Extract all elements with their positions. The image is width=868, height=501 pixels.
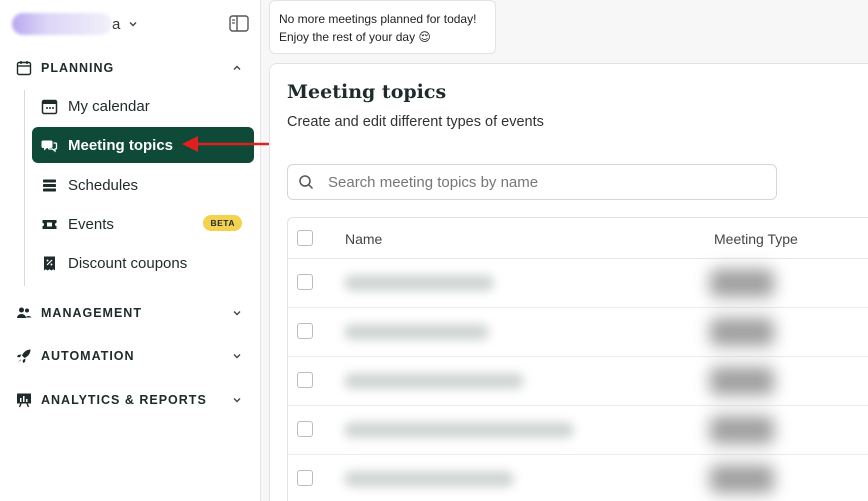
row-checkbox[interactable]: [297, 372, 313, 388]
section-management-label: MANAGEMENT: [41, 306, 142, 320]
section-planning[interactable]: PLANNING: [16, 58, 246, 78]
section-automation[interactable]: AUTOMATION: [16, 346, 246, 366]
redacted-meeting-type: [710, 367, 774, 395]
sidebar-item-events[interactable]: Events BETA: [32, 206, 254, 242]
redacted-meeting-type: [710, 416, 774, 444]
page-title: Meeting topics: [287, 81, 447, 103]
section-planning-label: PLANNING: [41, 61, 115, 75]
nav-rail: [24, 90, 25, 286]
account-switcher[interactable]: a: [12, 12, 142, 36]
redacted-name: [344, 422, 574, 438]
table-header: Name Meeting Type: [288, 218, 868, 259]
stack-icon: [43, 179, 56, 191]
section-analytics-label: ANALYTICS & REPORTS: [41, 393, 207, 407]
toast-line-1: No more meetings planned for today!: [279, 12, 477, 26]
redacted-meeting-type: [710, 318, 774, 346]
table-row[interactable]: [288, 357, 868, 406]
section-analytics-reports[interactable]: ANALYTICS & REPORTS: [16, 390, 246, 410]
notification-toast: No more meetings planned for today! Enjo…: [269, 0, 496, 54]
redacted-meeting-type: [710, 269, 774, 297]
redacted-name: [344, 275, 494, 291]
column-header-name[interactable]: Name: [345, 231, 382, 247]
meeting-topics-table: Name Meeting Type: [287, 217, 868, 501]
account-avatar: [12, 13, 112, 35]
calendar-icon: [41, 99, 58, 114]
app-root: a PLANNING My calendar Meeting topics Sc…: [0, 0, 868, 501]
redacted-name: [344, 471, 514, 487]
redacted-name: [344, 324, 489, 340]
sidebar-item-schedules[interactable]: Schedules: [32, 167, 254, 203]
row-checkbox[interactable]: [297, 274, 313, 290]
chat-bubbles-icon: [41, 140, 58, 152]
search-input[interactable]: [328, 173, 748, 191]
main-panel: Meeting topics Create and edit different…: [269, 63, 868, 501]
redacted-meeting-type: [710, 465, 774, 493]
search-icon: [299, 175, 314, 190]
chevron-up-icon: [233, 65, 241, 70]
row-checkbox[interactable]: [297, 470, 313, 486]
redacted-name: [344, 373, 524, 389]
section-automation-label: AUTOMATION: [41, 349, 135, 363]
sidebar-item-label: My calendar: [68, 97, 150, 115]
users-icon: [17, 307, 32, 318]
sidebar-item-label: Events: [68, 215, 114, 233]
table-row[interactable]: [288, 308, 868, 357]
select-all-checkbox[interactable]: [297, 230, 313, 246]
sidebar-toggle-icon[interactable]: [229, 15, 249, 32]
search-box[interactable]: [287, 164, 777, 200]
row-checkbox[interactable]: [297, 323, 313, 339]
ticket-icon: [42, 219, 57, 229]
row-checkbox[interactable]: [297, 421, 313, 437]
beta-badge: BETA: [203, 215, 242, 231]
chevron-down-icon: [233, 311, 241, 316]
coupon-icon: [44, 256, 55, 270]
presentation-chart-icon: [17, 393, 31, 408]
chevron-down-icon: [129, 22, 137, 27]
account-name: a: [112, 15, 121, 33]
column-header-meeting-type[interactable]: Meeting Type: [714, 231, 798, 247]
table-row[interactable]: [288, 406, 868, 455]
sidebar-item-my-calendar[interactable]: My calendar: [32, 88, 254, 124]
chevron-down-icon: [233, 354, 241, 359]
sidebar-item-label: Schedules: [68, 176, 139, 194]
sidebar-item-label: Meeting topics: [68, 136, 174, 154]
chevron-down-icon: [233, 398, 241, 403]
sidebar: a PLANNING My calendar Meeting topics Sc…: [0, 0, 261, 501]
table-row[interactable]: [288, 259, 868, 308]
sidebar-item-label: Discount coupons: [68, 254, 188, 272]
rocket-icon: [17, 349, 31, 363]
section-management[interactable]: MANAGEMENT: [16, 303, 246, 323]
toast-line-2: Enjoy the rest of your day 😌: [279, 30, 431, 44]
page-subtitle: Create and edit different types of event…: [287, 114, 544, 130]
sidebar-item-discount-coupons[interactable]: Discount coupons: [32, 245, 254, 281]
table-row[interactable]: [288, 455, 868, 501]
calendar-icon: [16, 61, 32, 76]
